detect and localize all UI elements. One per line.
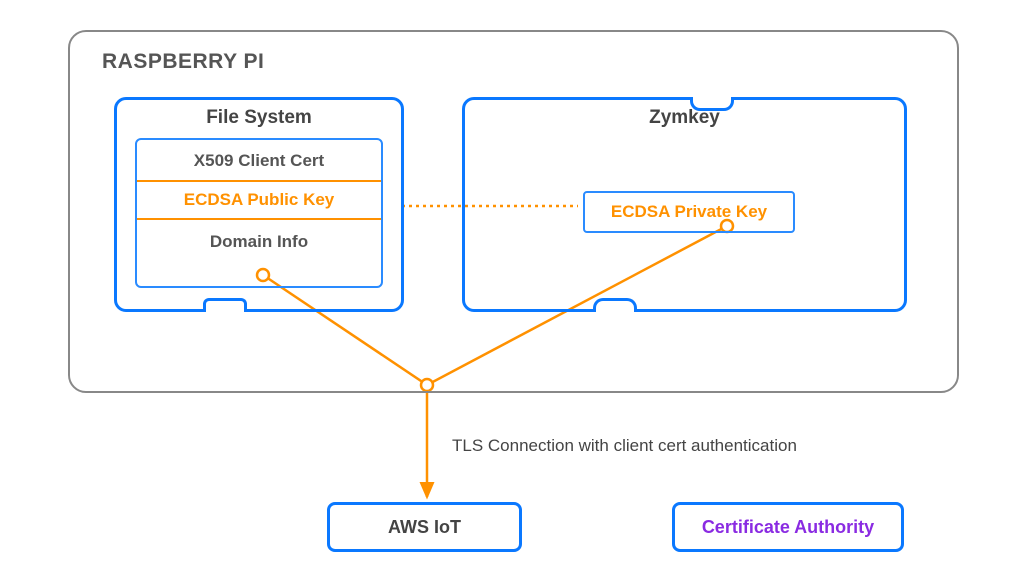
filesystem-title: File System [206,107,312,129]
domain-info-label: Domain Info [147,232,371,252]
certificate-authority-box: Certificate Authority [672,502,904,552]
ecdsa-private-key-box: ECDSA Private Key [583,191,795,233]
filesystem-card: File System X509 Client Cert ECDSA Publi… [114,97,404,312]
raspberry-pi-container: RASPBERRY PI File System X509 Client Cer… [68,30,959,393]
zymkey-notch-bottom-icon [593,298,637,312]
tls-connection-label: TLS Connection with client cert authenti… [452,436,797,456]
aws-iot-box: AWS IoT [327,502,522,552]
zymkey-card: Zymkey ECDSA Private Key [462,97,907,312]
zymkey-title: Zymkey [649,107,720,129]
x509-cert-label: X509 Client Cert [147,151,371,171]
certificate-authority-label: Certificate Authority [702,517,874,538]
filesystem-inner-card: X509 Client Cert ECDSA Public Key Domain… [135,138,383,288]
raspberry-pi-title: RASPBERRY PI [102,50,264,74]
ecdsa-public-key-box: ECDSA Public Key [137,180,381,220]
aws-iot-label: AWS IoT [388,517,461,538]
sd-card-notch-icon [203,298,247,312]
